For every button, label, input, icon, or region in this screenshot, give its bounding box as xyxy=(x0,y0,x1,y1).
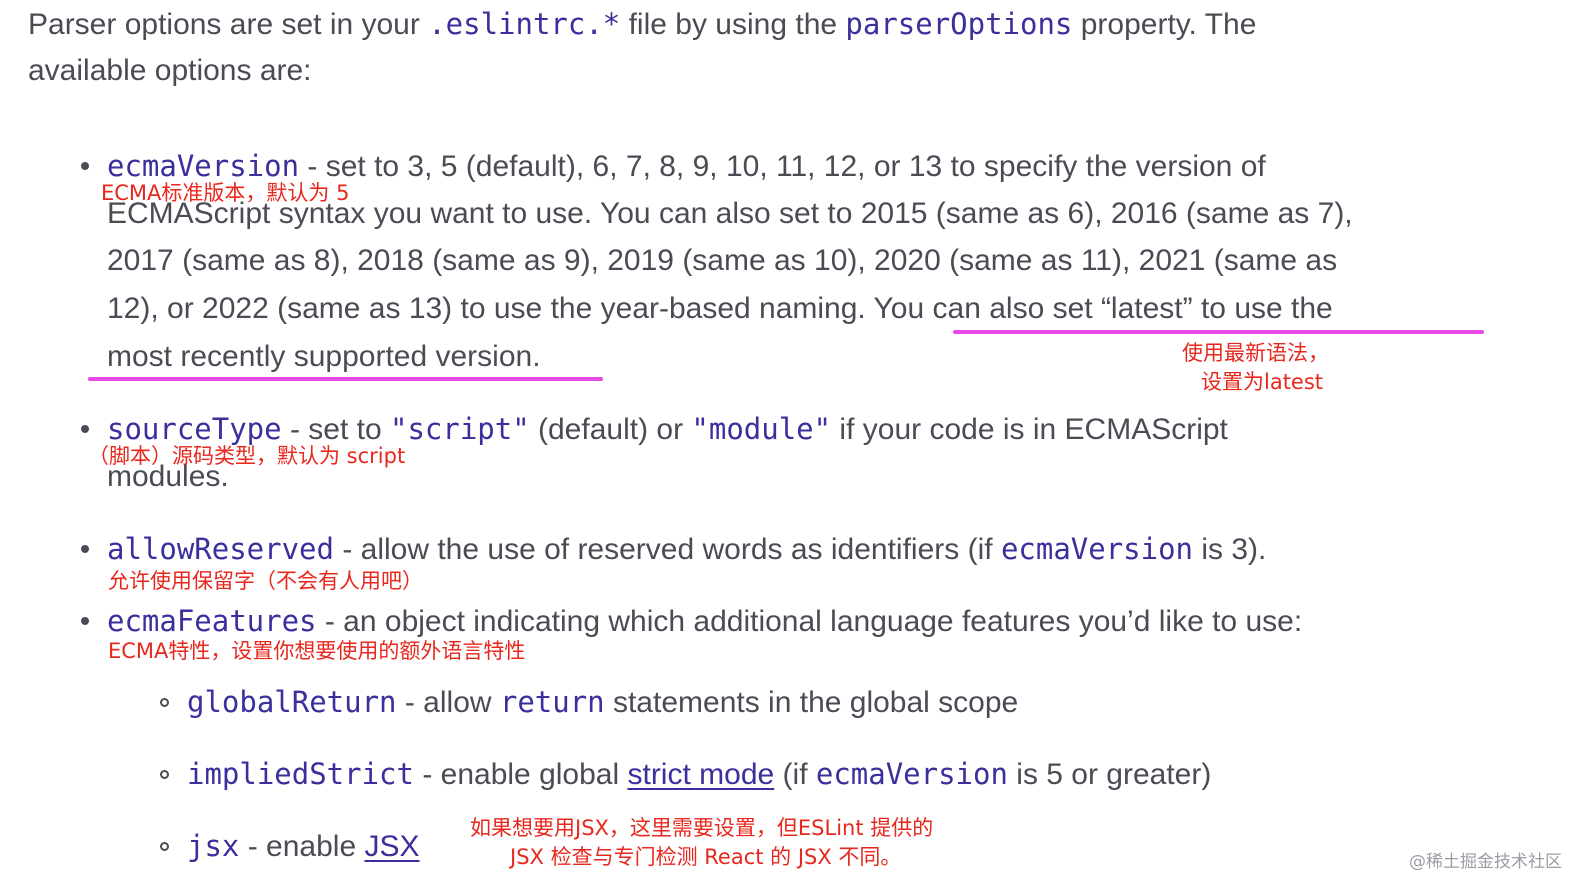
intro-line-1: Parser options are set in your .eslintrc… xyxy=(28,0,1256,49)
allowreserved-code: allowReserved xyxy=(107,532,334,566)
annotation-source-type: （脚本）源码类型，默认为 script xyxy=(88,444,406,468)
sourcetype-code: sourceType xyxy=(107,412,282,446)
annotation-latest-1: 使用最新语法， xyxy=(1182,341,1329,365)
ecmaversion-line-4: 12), or 2022 (same as 13) to use the yea… xyxy=(107,292,1333,325)
highlight-underline xyxy=(953,330,1484,334)
jsx-code: jsx xyxy=(187,829,240,863)
bullet xyxy=(81,545,89,553)
ecmafeatures-desc: - an object indicating which additional … xyxy=(316,605,1303,638)
bullet xyxy=(81,162,89,170)
sourcetype-desc: if your code is in ECMAScript xyxy=(831,413,1228,446)
ecmaversion-line-3: 2017 (same as 8), 2018 (same as 9), 2019… xyxy=(107,244,1338,277)
ecmaversion-code: ecmaVersion xyxy=(815,757,1008,791)
module-code: "module" xyxy=(691,412,832,446)
globalreturn-desc: - allow xyxy=(396,686,500,719)
globalreturn-code: globalReturn xyxy=(187,685,397,719)
globalreturn-line: globalReturn - allow return statements i… xyxy=(187,678,1018,727)
annotation-allow-reserved: 允许使用保留字（不会有人用吧） xyxy=(108,569,423,593)
sub-bullet xyxy=(160,698,169,707)
jsx-link[interactable]: JSX xyxy=(364,830,419,863)
script-code: "script" xyxy=(389,412,530,446)
intro-text: file by using the xyxy=(620,8,846,41)
sub-bullet xyxy=(160,842,169,851)
annotation-ecma-version: ECMA标准版本，默认为 5 xyxy=(101,181,350,205)
ecmaversion-desc: - set to 3, 5 (default), 6, 7, 8, 9, 10,… xyxy=(299,150,1266,183)
ecmaversion-code: ecmaVersion xyxy=(1000,532,1193,566)
allowreserved-desc: is 3). xyxy=(1193,533,1267,566)
bullet xyxy=(81,425,89,433)
strict-mode-link[interactable]: strict mode xyxy=(627,758,774,791)
intro-text: Parser options are set in your xyxy=(28,8,429,41)
ecmaversion-line-5: most recently supported version. xyxy=(107,340,541,373)
eslintrc-code: .eslintrc.* xyxy=(428,7,621,41)
globalreturn-desc: statements in the global scope xyxy=(604,686,1019,719)
jsx-desc: - enable xyxy=(239,830,365,863)
sub-bullet xyxy=(160,770,169,779)
ecmaversion-code: ecmaVersion xyxy=(107,149,300,183)
annotation-latest-2: 设置为latest xyxy=(1201,370,1324,394)
parseroptions-code: parserOptions xyxy=(845,7,1073,41)
annotation-ecma-features: ECMA特性，设置你想要使用的额外语言特性 xyxy=(108,639,526,663)
return-code: return xyxy=(499,685,605,719)
impliedstrict-desc: is 5 or greater) xyxy=(1007,758,1212,791)
allowreserved-desc: - allow the use of reserved words as ide… xyxy=(333,533,1001,566)
impliedstrict-desc: (if xyxy=(774,758,816,791)
intro-line-2: available options are: xyxy=(28,54,312,87)
impliedstrict-code: impliedStrict xyxy=(187,757,414,791)
highlight-underline xyxy=(88,377,603,381)
watermark: @稀土掘金技术社区 xyxy=(1409,852,1562,872)
sourcetype-desc: (default) or xyxy=(529,413,692,446)
bullet xyxy=(81,617,89,625)
annotation-jsx-1: 如果想要用JSX，这里需要设置，但ESLint 提供的 xyxy=(470,816,934,840)
impliedstrict-desc: - enable global xyxy=(413,758,628,791)
annotation-jsx-2: JSX 检查与专门检测 React 的 JSX 不同。 xyxy=(510,845,902,869)
ecmafeatures-code: ecmaFeatures xyxy=(107,604,317,638)
jsx-line: jsx - enable JSX xyxy=(187,822,420,871)
intro-text: property. The xyxy=(1072,8,1257,41)
impliedstrict-line: impliedStrict - enable global strict mod… xyxy=(187,750,1211,799)
